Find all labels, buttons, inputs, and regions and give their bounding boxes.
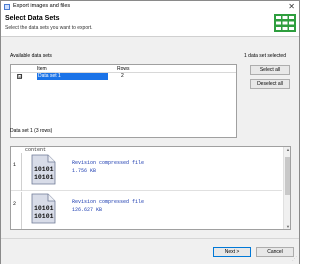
- table-grid-icon: [274, 14, 296, 32]
- export-app-icon: [4, 4, 10, 10]
- file-icon-binary-line: 10101: [34, 205, 54, 212]
- file-icon-binary-line: 10101: [34, 174, 54, 181]
- scroll-up-icon[interactable]: ▲: [284, 147, 290, 152]
- file-icon-binary-line: 10101: [34, 213, 54, 220]
- page-subtitle: Select the data sets you want to export.: [5, 25, 93, 31]
- file-description: Revision compressed file: [72, 199, 145, 205]
- scrollbar-thumb[interactable]: [285, 157, 290, 195]
- available-datasets-label: Available data sets: [10, 53, 52, 59]
- row-divider: [21, 192, 22, 229]
- file-description: Revision compressed file: [72, 160, 145, 166]
- resize-grip-icon[interactable]: ⋰: [292, 256, 297, 262]
- dataset-checkbox[interactable]: ☑: [17, 74, 22, 80]
- dataset-name-cell[interactable]: Data set 1: [37, 73, 108, 80]
- cancel-button[interactable]: Cancel: [256, 247, 294, 257]
- preview-row[interactable]: 1 10101 10101 Revision compressed file 1…: [11, 153, 282, 191]
- row-divider: [21, 153, 22, 191]
- file-icon-binary-line: 10101: [34, 166, 54, 173]
- next-button[interactable]: Next >: [213, 247, 251, 257]
- row-number: 1: [13, 162, 17, 168]
- deselect-all-button[interactable]: Deselect all: [250, 79, 290, 89]
- column-header-item[interactable]: Item: [37, 66, 47, 72]
- close-icon[interactable]: ✕: [288, 2, 295, 12]
- table-row[interactable]: ☑ Data set 1 2: [11, 73, 236, 80]
- table-header: Item Rows: [11, 65, 236, 73]
- scroll-down-icon[interactable]: ▼: [284, 224, 290, 229]
- file-size: 1.756 KB: [72, 168, 97, 174]
- file-size: 126.627 KB: [72, 207, 103, 213]
- window-title: Export images and files: [13, 3, 71, 9]
- wizard-header: Select Data Sets Select the data sets yo…: [1, 13, 299, 37]
- binary-file-icon: 10101 10101: [31, 193, 56, 224]
- select-all-button[interactable]: Select all: [250, 65, 290, 75]
- page-title: Select Data Sets: [5, 15, 60, 22]
- row-number: 2: [13, 201, 17, 207]
- preview-row[interactable]: 2 10101 10101 Revision compressed file 1…: [11, 192, 282, 229]
- data-preview-grid[interactable]: content 1 10101 10101 Revision compresse…: [10, 146, 291, 230]
- preview-label: Data set 1 (3 rows): [10, 128, 53, 134]
- selection-count: 1 data set selected: [244, 53, 286, 59]
- binary-file-icon: 10101 10101: [31, 154, 56, 185]
- dataset-rows-cell: 2: [121, 73, 124, 79]
- column-header-rows[interactable]: Rows: [117, 66, 130, 72]
- datasets-table[interactable]: Item Rows ☑ Data set 1 2: [10, 64, 237, 138]
- title-bar: Export images and files ✕: [1, 1, 299, 13]
- dialog-footer: Next > Cancel ⋰: [1, 238, 299, 264]
- vertical-scrollbar[interactable]: ▲ ▼: [283, 147, 290, 229]
- export-dialog: Export images and files ✕ Select Data Se…: [0, 0, 300, 264]
